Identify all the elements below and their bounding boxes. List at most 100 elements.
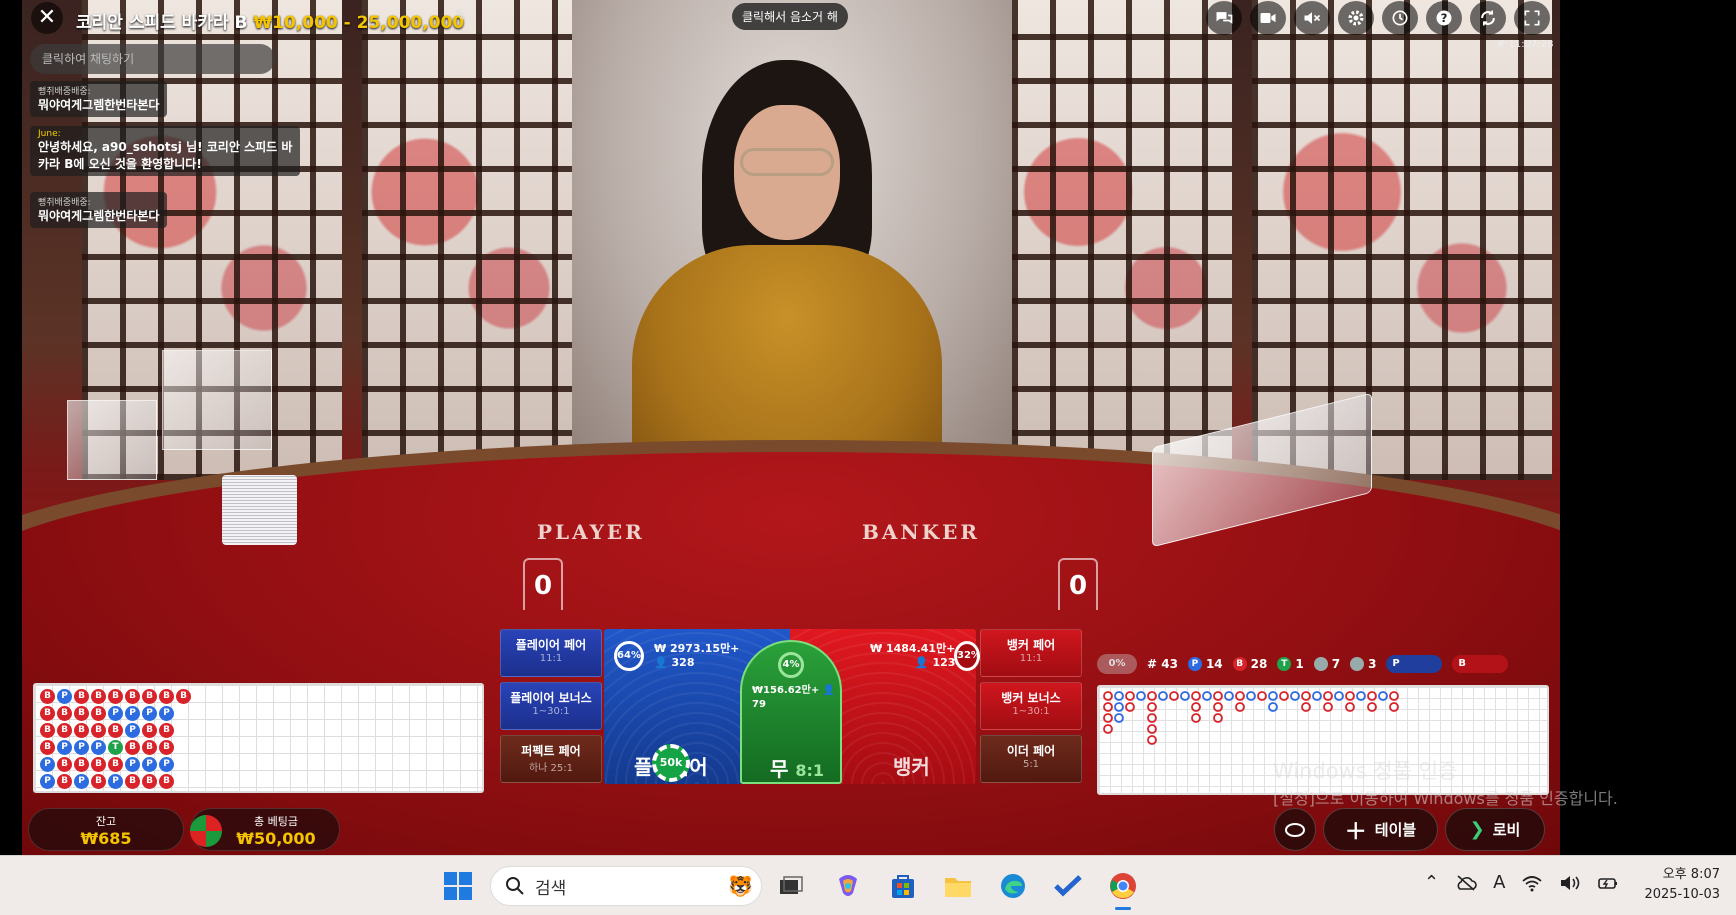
mute-button[interactable] xyxy=(1294,1,1330,35)
tie-name: 무 xyxy=(770,757,789,781)
chat-message: 뻥취배중배중: 뭐야여게그렘한번타본다 xyxy=(30,192,168,228)
bead-T: T xyxy=(108,740,123,755)
history-button[interactable] xyxy=(1382,1,1418,35)
round-id: # 11:07:28 xyxy=(1497,39,1554,50)
big-road-mark-P xyxy=(1224,691,1234,701)
dealer-glasses xyxy=(740,148,834,176)
banker-pairs-value: 3 xyxy=(1368,657,1377,671)
task-view-button[interactable] xyxy=(773,868,809,904)
total-bet-label: 총 베팅금 xyxy=(254,815,298,828)
chat-input[interactable]: 클릭하여 채팅하기 xyxy=(30,44,275,74)
plus-icon: ＋ xyxy=(1344,819,1367,845)
banker-pair-bet[interactable]: 뱅커 페어 11:1 xyxy=(980,629,1082,677)
fullscreen-button[interactable] xyxy=(1514,1,1550,35)
lobby-icon: ❯ xyxy=(1469,819,1485,840)
bead-B: B xyxy=(40,689,55,704)
help-button[interactable]: ? xyxy=(1426,1,1462,35)
bead-P: P xyxy=(142,706,157,721)
banker-score: 0 xyxy=(1058,558,1098,610)
bead-B: B xyxy=(159,774,174,789)
close-button[interactable]: ✕ xyxy=(31,2,63,34)
todo-button[interactable] xyxy=(1050,868,1086,904)
dealer xyxy=(622,60,952,490)
balance-label: 잔고 xyxy=(95,815,117,828)
bet-odds: 5:1 xyxy=(1022,759,1040,770)
bead-B: B xyxy=(108,757,123,772)
chevron-up-icon[interactable]: ⌃ xyxy=(1424,872,1439,893)
tie-bet-info: ₩156.62만+ 👤 79 xyxy=(752,684,840,712)
big-road-mark-B xyxy=(1213,713,1223,723)
system-clock[interactable]: 오후 8:07 2025-10-03 xyxy=(1640,865,1720,905)
sound-tooltip[interactable]: 클릭해서 음소거 해 xyxy=(732,3,848,30)
big-road-mark-B xyxy=(1169,691,1179,701)
bead-B: B xyxy=(74,706,89,721)
chat-text: 뭐야여게그렘한번타본다 xyxy=(38,98,160,112)
lobby-button[interactable]: ❯ 로비 xyxy=(1445,808,1545,851)
player-pair-bet[interactable]: 플레이어 페어 11:1 xyxy=(500,629,602,677)
input-method-indicator[interactable]: A xyxy=(1493,872,1505,893)
banker-prediction[interactable]: B xyxy=(1452,655,1509,673)
player-prediction[interactable]: P xyxy=(1386,655,1443,673)
chrome-icon xyxy=(1110,873,1136,899)
chip-50k[interactable]: 50k xyxy=(652,744,690,782)
balance-value: ₩685 xyxy=(80,829,132,848)
bead-B: B xyxy=(159,740,174,755)
chat-toggle-button[interactable] xyxy=(1274,808,1316,851)
chrome-button[interactable] xyxy=(1105,868,1141,910)
bead-B: B xyxy=(108,689,123,704)
video-button[interactable] xyxy=(1250,1,1286,35)
bead-P: P xyxy=(108,774,123,789)
sync-button[interactable] xyxy=(1470,1,1506,35)
cloud-off-icon[interactable] xyxy=(1455,874,1477,892)
settings-button[interactable] xyxy=(1338,1,1374,35)
taskbar: 검색 🐯 ⌃ A 오후 8:07 2025-10-03 xyxy=(0,855,1736,915)
bead-P: P xyxy=(108,706,123,721)
big-road-mark-B xyxy=(1257,691,1267,701)
bead-road[interactable]: BBBBPPPBBPBBBBBPBPBBBPBBBPBTBPBPPBPBBPBB… xyxy=(33,683,484,793)
volume-icon[interactable] xyxy=(1559,874,1581,892)
banker-wins-value: 28 xyxy=(1250,657,1268,671)
store-icon xyxy=(892,875,914,898)
battery-icon[interactable] xyxy=(1597,874,1619,892)
bet-name: 뱅커 페어 xyxy=(1006,638,1056,652)
chat-author: 뻥취배중배중: xyxy=(38,87,91,97)
bead-P: P xyxy=(40,774,55,789)
add-table-button[interactable]: ＋ 테이블 xyxy=(1323,808,1438,851)
bead-B: B xyxy=(74,723,89,738)
perfect-pair-bet[interactable]: 퍼펙트 페어 하나 25:1 xyxy=(500,735,602,783)
big-road-mark-B xyxy=(1147,713,1157,723)
tie-bet-area[interactable]: 4% ₩156.62만+ 👤 79 무 8:1 xyxy=(740,640,842,784)
big-road-mark-P xyxy=(1268,702,1278,712)
bead-B: B xyxy=(125,740,140,755)
bead-empty xyxy=(176,706,191,723)
big-road-mark-B xyxy=(1301,702,1311,712)
bet-name: 이더 페어 xyxy=(1006,744,1056,758)
stats-toggle[interactable]: 0% xyxy=(1097,654,1137,674)
chat-bubble-icon xyxy=(1285,822,1305,837)
edge-button[interactable] xyxy=(995,868,1031,904)
start-button[interactable] xyxy=(442,870,474,902)
bead-grid: BBBBPPPBBPBBBBBPBPBBBPBBBPBTBPBPPBPBBPBB… xyxy=(40,689,191,791)
chat-message: June: 안녕하세요, a90_sohotsj 님! 코리안 스피드 바 카라… xyxy=(30,126,301,176)
bet-odds: 1~30:1 xyxy=(1012,706,1050,717)
copilot-button[interactable] xyxy=(830,868,866,904)
big-road-mark-P xyxy=(1268,691,1278,701)
store-button[interactable] xyxy=(885,868,921,904)
taskbar-search[interactable]: 검색 🐯 xyxy=(490,866,762,906)
bead-P: P xyxy=(74,774,89,789)
either-pair-bet[interactable]: 이더 페어 5:1 xyxy=(980,735,1082,783)
round-count: # 43 xyxy=(1147,657,1178,671)
pin-icon[interactable]: ✎ xyxy=(450,6,472,28)
big-road-mark-B xyxy=(1103,702,1113,712)
chat-button[interactable] xyxy=(1206,1,1242,35)
big-road-mark-P xyxy=(1114,702,1124,712)
banker-bonus-bet[interactable]: 뱅커 보너스 1~30:1 xyxy=(980,682,1082,730)
felt-player-label: PLAYER xyxy=(537,520,645,544)
player-bonus-bet[interactable]: 플레이어 보너스 1~30:1 xyxy=(500,682,602,730)
search-highlight-icon: 🐯 xyxy=(728,874,753,898)
file-explorer-button[interactable] xyxy=(940,868,976,904)
player-pct: 64% xyxy=(614,641,644,671)
pair-icon xyxy=(1350,657,1365,671)
big-road-mark-B xyxy=(1103,713,1113,723)
wifi-icon[interactable] xyxy=(1521,874,1543,892)
